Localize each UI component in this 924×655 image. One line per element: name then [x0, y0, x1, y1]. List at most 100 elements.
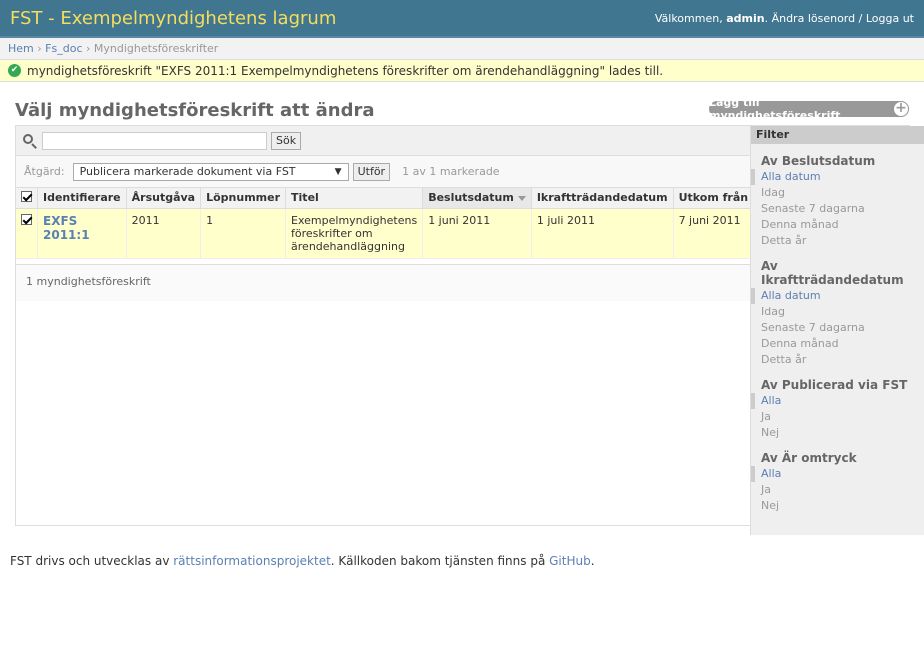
- filter-group-title: Av Publicerad via FST: [761, 378, 908, 392]
- column-header[interactable]: Årsutgåva: [125, 188, 201, 209]
- column-header-sorted[interactable]: Beslutsdatum: [422, 188, 532, 209]
- add-document-label: Lägg till myndighetsföreskrift: [709, 96, 841, 122]
- column-header[interactable]: Ikraftträdandedatum: [530, 188, 674, 209]
- welcome-text: Välkommen,: [654, 11, 723, 25]
- action-select-value: Publicera markerade dokument via FST: [79, 165, 296, 178]
- footer-text: .: [590, 554, 595, 568]
- filter-item: Alla: [751, 393, 924, 409]
- filter-link[interactable]: Nej: [761, 499, 779, 512]
- filter-link[interactable]: Detta år: [761, 234, 806, 247]
- changelist: Sök Åtgärd: Publicera markerade dokument…: [15, 125, 924, 535]
- actions-bar: Åtgärd: Publicera markerade dokument via…: [16, 156, 751, 188]
- filter-list: Alla datum Idag Senaste 7 dagarna Denna …: [751, 168, 924, 249]
- filter-item: Idag: [751, 185, 924, 201]
- filter-item: Detta år: [751, 233, 924, 249]
- identifier-cell: EXFS 2011:1: [37, 208, 127, 259]
- run-action-button[interactable]: Utför: [352, 162, 391, 181]
- paginator: 1 myndighetsföreskrift: [16, 264, 751, 301]
- result-table: Identifierare Årsutgåva Löpnummer Titel …: [16, 188, 754, 259]
- filter-link[interactable]: Idag: [761, 186, 785, 199]
- change-password-link[interactable]: Ändra lösenord: [772, 12, 856, 25]
- filter-list: Alla Ja Nej: [751, 465, 924, 514]
- column-header[interactable]: Utkom från: [672, 188, 754, 209]
- filter-link[interactable]: Ja: [761, 483, 771, 496]
- filter-item: Nej: [751, 425, 924, 441]
- breadcrumb-separator: ›: [37, 42, 42, 55]
- filter-item: Detta år: [751, 352, 924, 368]
- filter-link[interactable]: Denna månad: [761, 218, 839, 231]
- user-tools-separator: /: [858, 11, 863, 25]
- action-counter: 1 av 1 markerade: [402, 165, 500, 178]
- action-select[interactable]: Publicera markerade dokument via FST ▼: [72, 162, 349, 181]
- search-button[interactable]: Sök: [271, 131, 302, 150]
- username: admin: [726, 11, 765, 25]
- filter-link[interactable]: Denna månad: [761, 337, 839, 350]
- header: FST - Exempelmyndighetens lagrum Välkomm…: [0, 0, 924, 38]
- breadcrumb-app[interactable]: Fs_doc: [45, 42, 82, 55]
- filter-link[interactable]: Idag: [761, 305, 785, 318]
- filter-list: Alla Ja Nej: [751, 392, 924, 441]
- filter-group-title: Av Ikraftträdandedatum: [761, 259, 904, 287]
- filter-link[interactable]: Senaste 7 dagarna: [761, 202, 865, 215]
- breadcrumb: Hem › Fs_doc › Myndighetsföreskrifter: [0, 38, 924, 60]
- add-document-button[interactable]: Lägg till myndighetsföreskrift +: [709, 96, 909, 122]
- filter-item: Senaste 7 dagarna: [751, 201, 924, 217]
- filter-item: Nej: [751, 498, 924, 514]
- filter-link[interactable]: Senaste 7 dagarna: [761, 321, 865, 334]
- column-header[interactable]: Löpnummer: [200, 188, 286, 209]
- effective-date-cell: 1 juli 2011: [530, 208, 674, 259]
- filter-group-title: Av Beslutsdatum: [761, 154, 876, 168]
- year-cell: 2011: [125, 208, 201, 259]
- user-tools: Välkommen, admin. Ändra lösenord / Logga…: [655, 12, 914, 25]
- filter-title: Filter: [751, 126, 924, 144]
- filter-link[interactable]: Detta år: [761, 353, 806, 366]
- select-all-checkbox[interactable]: [21, 190, 32, 202]
- search-input[interactable]: [42, 131, 267, 150]
- filter-item: Senaste 7 dagarna: [751, 320, 924, 336]
- filter-link[interactable]: Ja: [761, 410, 771, 423]
- filter-item: Alla: [751, 466, 924, 482]
- chevron-down-icon: ▼: [334, 166, 342, 177]
- published-date-cell: 7 juni 2011: [672, 208, 754, 259]
- table-row[interactable]: EXFS 2011:1 2011 1 Exempelmyndighetens f…: [16, 208, 754, 259]
- filter-link[interactable]: Alla: [761, 467, 781, 480]
- footer-text: . Källkoden bakom tjänsten finns på: [330, 554, 546, 568]
- filter-item: Alla datum: [751, 288, 924, 304]
- footer: FST drivs och utvecklas av rättsinformat…: [10, 554, 595, 568]
- logout-link[interactable]: Logga ut: [866, 12, 914, 25]
- number-cell: 1: [200, 208, 286, 259]
- filter-link[interactable]: Nej: [761, 426, 779, 439]
- search-icon: [22, 133, 38, 149]
- success-message: ✔ myndighetsföreskrift "EXFS 2011:1 Exem…: [0, 60, 924, 82]
- filter-item: Denna månad: [751, 336, 924, 352]
- table-header-row: Identifierare Årsutgåva Löpnummer Titel …: [16, 188, 754, 209]
- filter-item: Denna månad: [751, 217, 924, 233]
- footer-text: FST drivs och utvecklas av: [10, 554, 170, 568]
- site-branding: FST - Exempelmyndighetens lagrum: [10, 7, 337, 29]
- identifier-link[interactable]: EXFS 2011:1: [43, 214, 90, 242]
- select-all-header: [16, 188, 38, 209]
- filter-sidebar: Filter Av Beslutsdatum Alla datum Idag S…: [750, 126, 924, 535]
- column-header[interactable]: Titel: [285, 188, 423, 209]
- user-tools-separator: .: [764, 11, 769, 25]
- column-header-label: Beslutsdatum: [428, 191, 514, 205]
- breadcrumb-current: Myndighetsföreskrifter: [93, 42, 219, 55]
- action-label: Åtgärd:: [24, 165, 65, 178]
- page-title: Välj myndighetsföreskrift att ändra: [15, 100, 375, 121]
- breadcrumb-home[interactable]: Hem: [8, 42, 34, 55]
- plus-icon: +: [893, 101, 909, 117]
- column-header[interactable]: Identifierare: [37, 188, 127, 209]
- row-select-cell: [16, 208, 38, 259]
- row-checkbox[interactable]: [21, 213, 32, 225]
- filter-link[interactable]: Alla datum: [761, 289, 821, 302]
- filter-item: Idag: [751, 304, 924, 320]
- title-cell: Exempelmyndighetens föreskrifter om ären…: [285, 208, 423, 259]
- sort-descending-icon: [517, 195, 526, 201]
- footer-project-link[interactable]: rättsinformationsprojektet: [173, 554, 331, 568]
- filter-group-title: Av Är omtryck: [761, 451, 857, 465]
- filter-link[interactable]: Alla datum: [761, 170, 821, 183]
- breadcrumb-separator: ›: [86, 42, 91, 55]
- filter-link[interactable]: Alla: [761, 394, 781, 407]
- filter-item: Ja: [751, 409, 924, 425]
- footer-github-link[interactable]: GitHub: [549, 554, 591, 568]
